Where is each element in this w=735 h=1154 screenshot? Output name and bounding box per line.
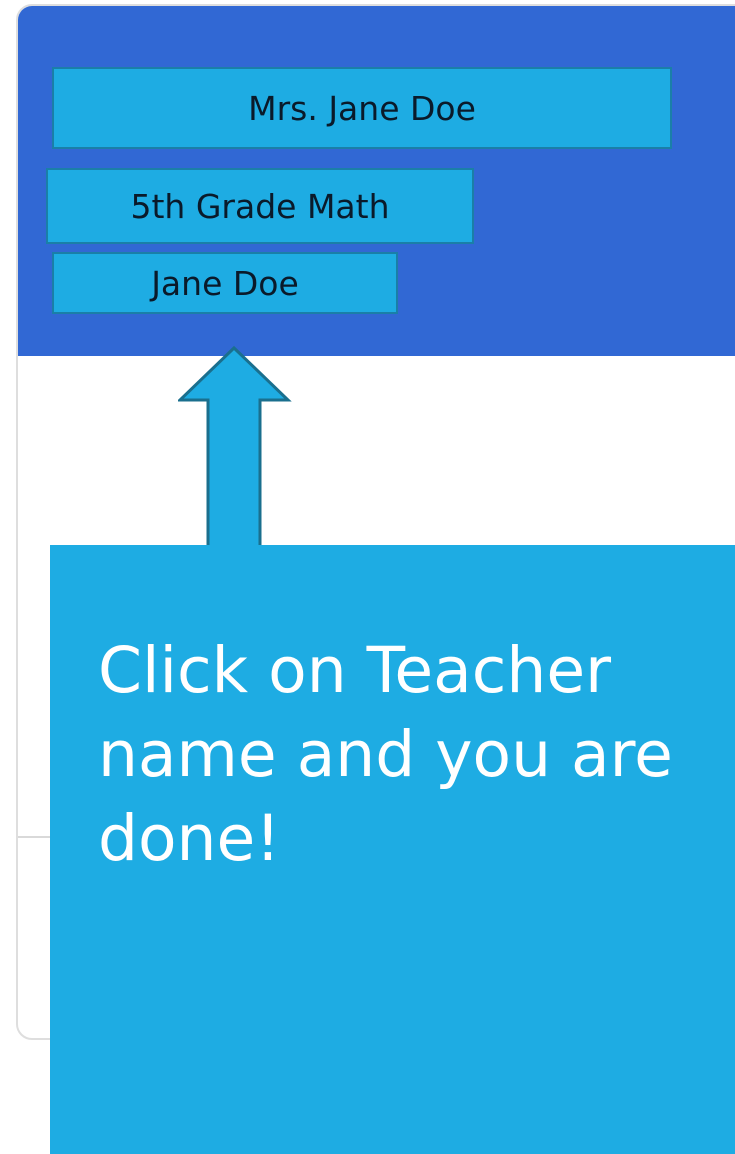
student-name-label: Jane Doe	[52, 252, 398, 314]
screen: Mrs. Jane Doe 5th Grade Math Jane Doe Cl…	[0, 0, 735, 1154]
teacher-name-link[interactable]: Mrs. Jane Doe	[52, 67, 672, 149]
course-name-label: 5th Grade Math	[46, 168, 474, 244]
instruction-callout: Click on Teacher name and you are done!	[50, 545, 735, 1154]
up-arrow-icon	[178, 345, 292, 556]
instruction-text: Click on Teacher name and you are done!	[98, 634, 673, 875]
